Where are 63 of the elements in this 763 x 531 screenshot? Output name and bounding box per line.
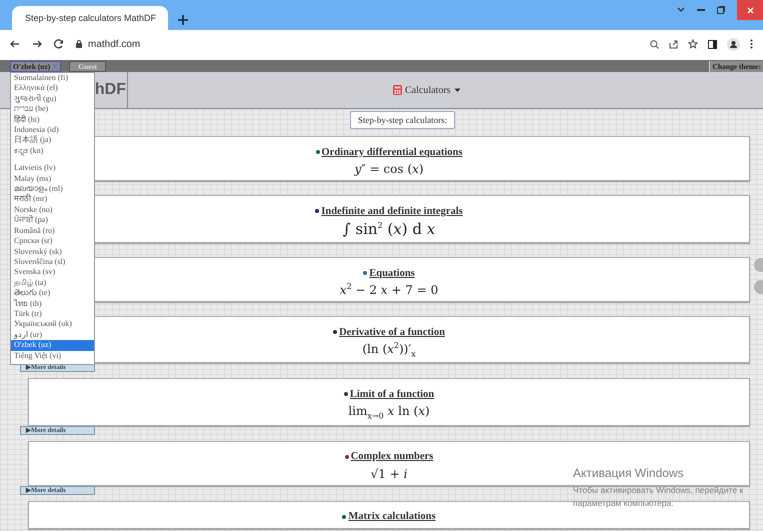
calculator-icon <box>393 85 402 95</box>
lock-icon[interactable] <box>76 40 82 48</box>
calculator-link[interactable]: Indefinite and definite integrals <box>315 206 463 216</box>
new-tab-icon[interactable] <box>178 15 188 25</box>
close-window-button[interactable] <box>737 0 763 20</box>
language-option[interactable]: Српски (sr) <box>11 236 94 246</box>
star-icon[interactable] <box>688 39 698 49</box>
calculator-link[interactable]: Matrix calculations <box>342 511 436 522</box>
language-option[interactable]: עברית (he) <box>11 104 94 115</box>
language-option[interactable]: Suomalainen (fi) <box>11 73 94 84</box>
menu-icon[interactable] <box>750 39 753 49</box>
formula: lim$_{x→0}$ x ln (x) <box>348 404 430 421</box>
restore-icon[interactable] <box>717 6 725 14</box>
language-option[interactable]: தமிழ் (ta) <box>11 278 94 288</box>
language-option[interactable]: ગુજરાતી (gu) <box>11 94 94 104</box>
language-option[interactable]: मराठी (mr) <box>11 194 94 205</box>
back-icon[interactable] <box>10 39 20 49</box>
calculator-link[interactable]: Derivative of a function <box>333 326 445 338</box>
chevron-down-icon[interactable] <box>677 7 685 13</box>
formula: y″ = cos (x) <box>354 162 424 176</box>
profile-icon[interactable] <box>727 38 740 50</box>
language-option[interactable]: മലയാളം (ml) <box>11 184 94 194</box>
calculator-link[interactable]: Complex numbers <box>344 451 434 462</box>
browser-tab[interactable]: Step-by-step calculators MathDF <box>12 6 168 30</box>
calculators-menu[interactable]: Calculators <box>393 84 461 96</box>
calculator-link[interactable]: Ordinary differential equations <box>316 146 462 158</box>
formula: (ln (x$^{2}$))′$_{x}$ <box>362 341 416 358</box>
reload-icon[interactable] <box>54 39 64 49</box>
language-option[interactable]: Svenska (sv) <box>11 267 94 278</box>
language-option[interactable]: Malay (ms) <box>11 174 94 184</box>
close-icon <box>746 6 754 14</box>
site-logo[interactable]: hDF <box>94 81 127 99</box>
formula: x$^{2}$ − 2 x + 7 = 0 <box>340 282 438 297</box>
language-option[interactable]: Indonesia (id) <box>11 125 94 136</box>
activation-text: Чтобы активировать Windows, перейдите к <box>573 484 744 497</box>
language-option[interactable]: Slovenščina (sl) <box>11 256 94 268</box>
language-option[interactable]: हिंदी (hi) <box>11 114 94 126</box>
language-option[interactable]: Türk (tr) <box>11 308 94 320</box>
language-option[interactable]: ಕನ್ನಡ (kn) <box>11 146 94 156</box>
language-option[interactable]: Український (uk) <box>11 319 94 330</box>
language-option[interactable]: O'zbek (uz) <box>11 340 94 351</box>
language-option[interactable]: ਪੰਜਾਬੀ (pa) <box>11 215 94 226</box>
zoom-icon[interactable] <box>650 40 659 48</box>
step-by-step-button[interactable]: Step-by-step calculators: <box>350 111 456 129</box>
formula: √1 + i <box>370 466 408 481</box>
formula: ∫ sin$^{2}$ (x) d x <box>342 220 436 238</box>
activation-title: Активация Windows <box>573 466 685 480</box>
calculator-link[interactable]: Equations <box>363 268 415 278</box>
language-option[interactable]: Latvietis (lv) <box>11 163 94 174</box>
language-option[interactable]: Tiếng Việt (vi) <box>11 350 94 361</box>
language-option[interactable]: 日本語 (ja) <box>11 135 94 146</box>
language-option[interactable]: اردو (ur) <box>11 330 94 340</box>
language-option[interactable]: Slovenský (sk) <box>11 246 94 257</box>
address-field[interactable]: mathdf.com <box>88 38 140 50</box>
language-option[interactable]: Ελληνικά (el) <box>11 83 94 94</box>
language-option[interactable]: Română (ro) <box>11 226 94 236</box>
language-option[interactable]: తెలుగు (te) <box>11 288 94 299</box>
calculator-link[interactable]: Limit of a function <box>344 388 434 400</box>
language-option[interactable]: ไทย (th) <box>11 298 94 309</box>
caret-icon <box>454 88 461 92</box>
forward-icon[interactable] <box>32 39 42 49</box>
language-option[interactable]: Norske (no) <box>11 204 94 216</box>
side-panel-icon[interactable] <box>708 40 717 48</box>
